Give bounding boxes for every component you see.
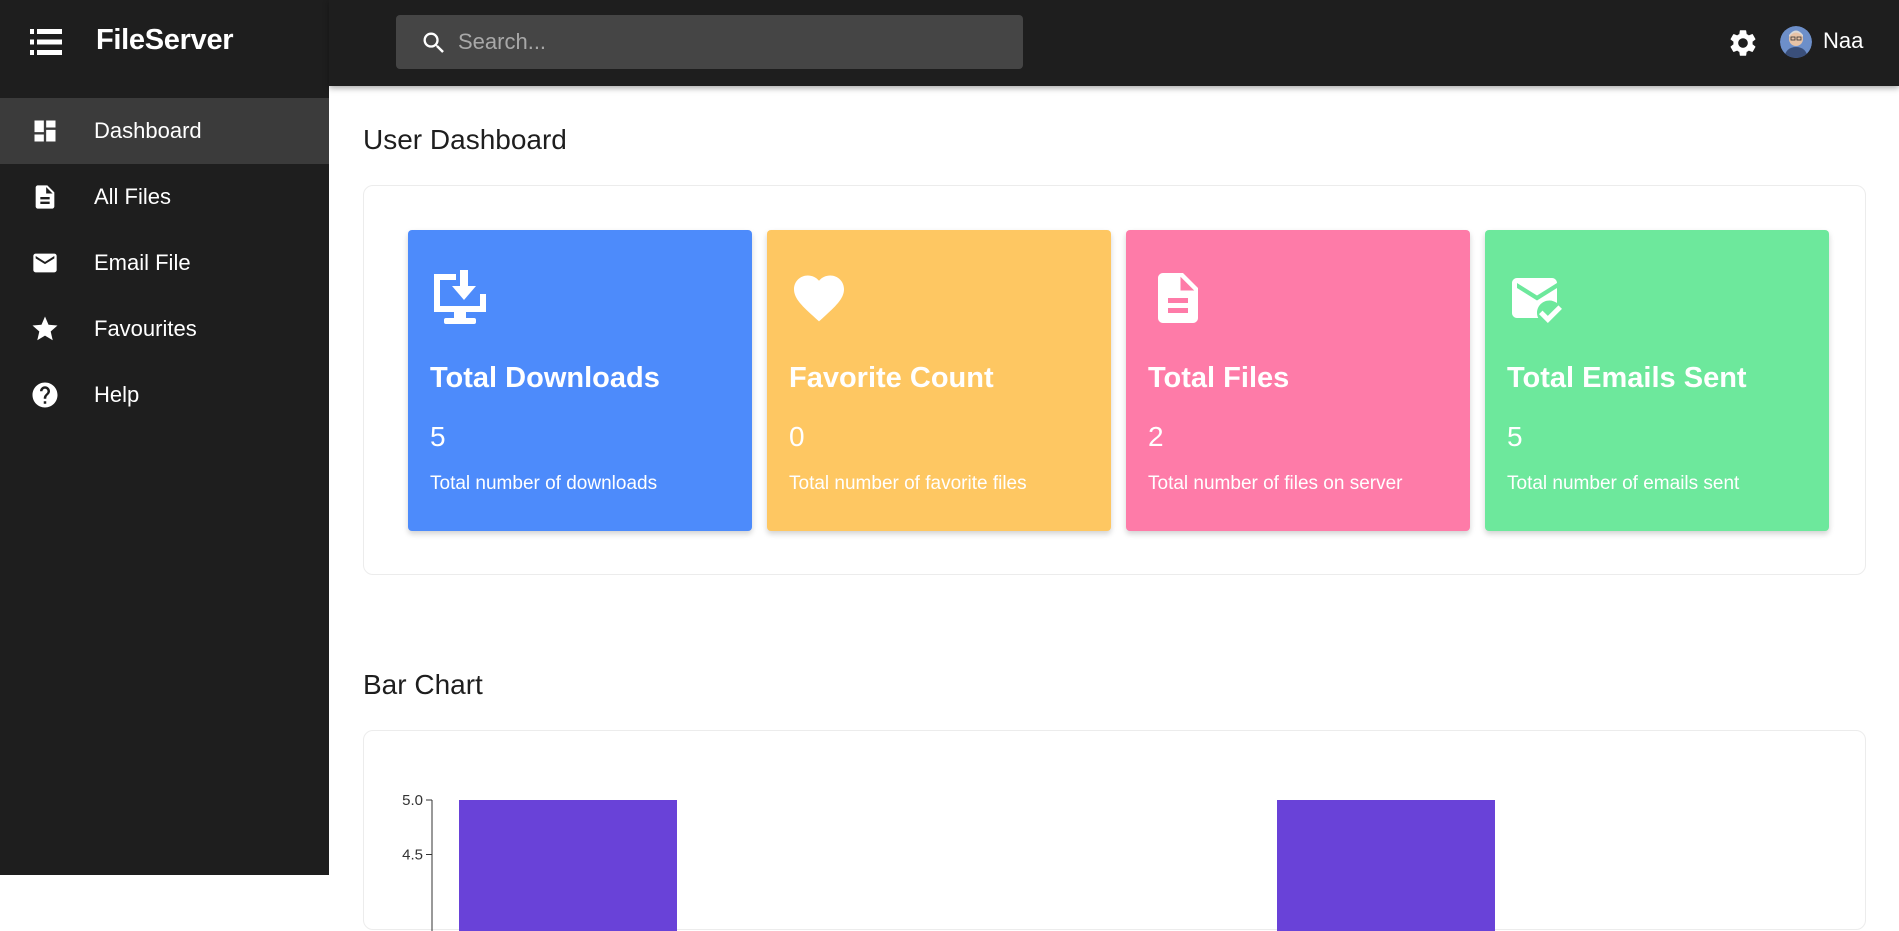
chart-panel: 5.0 4.5 xyxy=(363,730,1866,931)
document-icon xyxy=(1148,268,1208,328)
user-name[interactable]: Naa xyxy=(1823,28,1863,54)
app-title: FileServer xyxy=(96,24,234,56)
card-description: Total number of favorite files xyxy=(789,473,1027,494)
bar-chart: 5.0 4.5 xyxy=(402,792,1495,931)
avatar[interactable] xyxy=(1780,26,1812,58)
stat-card-favorite-count[interactable]: Favorite Count 0 Total number of favorit… xyxy=(767,230,1111,531)
sidebar-item-label: Help xyxy=(94,382,140,407)
sidebar-item-label: Favourites xyxy=(94,316,197,341)
sidebar-nav: Dashboard All Files Email File Favourite… xyxy=(0,98,329,428)
search-box xyxy=(396,15,1023,69)
search-input[interactable] xyxy=(458,15,1008,69)
card-title: Total Downloads xyxy=(430,362,660,394)
chart-section-title: Bar Chart xyxy=(363,669,483,700)
dashboard-icon xyxy=(30,116,60,146)
file-icon xyxy=(30,182,60,212)
y-tick-label: 5.0 xyxy=(402,792,423,809)
card-description: Total number of files on server xyxy=(1148,473,1403,494)
sidebar: FileServer Dashboard All Files Email Fil… xyxy=(0,0,329,875)
card-value: 5 xyxy=(1507,421,1523,452)
card-value: 2 xyxy=(1148,421,1164,452)
card-description: Total number of emails sent xyxy=(1507,473,1740,494)
y-tick-label: 4.5 xyxy=(402,847,423,864)
star-icon xyxy=(30,314,60,344)
gear-icon[interactable] xyxy=(1727,27,1759,59)
card-title: Favorite Count xyxy=(789,362,994,394)
sidebar-item-all-files[interactable]: All Files xyxy=(0,164,329,230)
stats-panel: Total Downloads 5 Total number of downlo… xyxy=(363,185,1866,575)
bar xyxy=(459,800,677,931)
card-value: 0 xyxy=(789,421,805,452)
sidebar-item-label: Email File xyxy=(94,250,191,275)
sidebar-item-favourites[interactable]: Favourites xyxy=(0,296,329,362)
search-icon xyxy=(420,29,448,57)
stat-card-total-files[interactable]: Total Files 2 Total number of files on s… xyxy=(1126,230,1470,531)
heart-icon xyxy=(789,268,849,328)
sidebar-item-label: Dashboard xyxy=(94,118,202,143)
help-icon xyxy=(30,380,60,410)
mail-check-icon xyxy=(1507,268,1567,328)
card-value: 5 xyxy=(430,421,446,452)
sidebar-item-email-file[interactable]: Email File xyxy=(0,230,329,296)
card-title: Total Emails Sent xyxy=(1507,362,1747,394)
sidebar-item-help[interactable]: Help xyxy=(0,362,329,428)
menu-icon[interactable] xyxy=(30,29,62,55)
card-description: Total number of downloads xyxy=(430,473,658,494)
bar xyxy=(1277,800,1495,931)
top-app-bar: Naa xyxy=(329,0,1899,86)
mail-icon xyxy=(30,248,60,278)
page-title: User Dashboard xyxy=(363,124,567,155)
card-title: Total Files xyxy=(1148,362,1290,394)
download-icon xyxy=(430,268,490,328)
stat-card-total-downloads[interactable]: Total Downloads 5 Total number of downlo… xyxy=(408,230,752,531)
sidebar-item-dashboard[interactable]: Dashboard xyxy=(0,98,329,164)
stat-card-total-emails-sent[interactable]: Total Emails Sent 5 Total number of emai… xyxy=(1485,230,1829,531)
sidebar-item-label: All Files xyxy=(94,184,172,209)
